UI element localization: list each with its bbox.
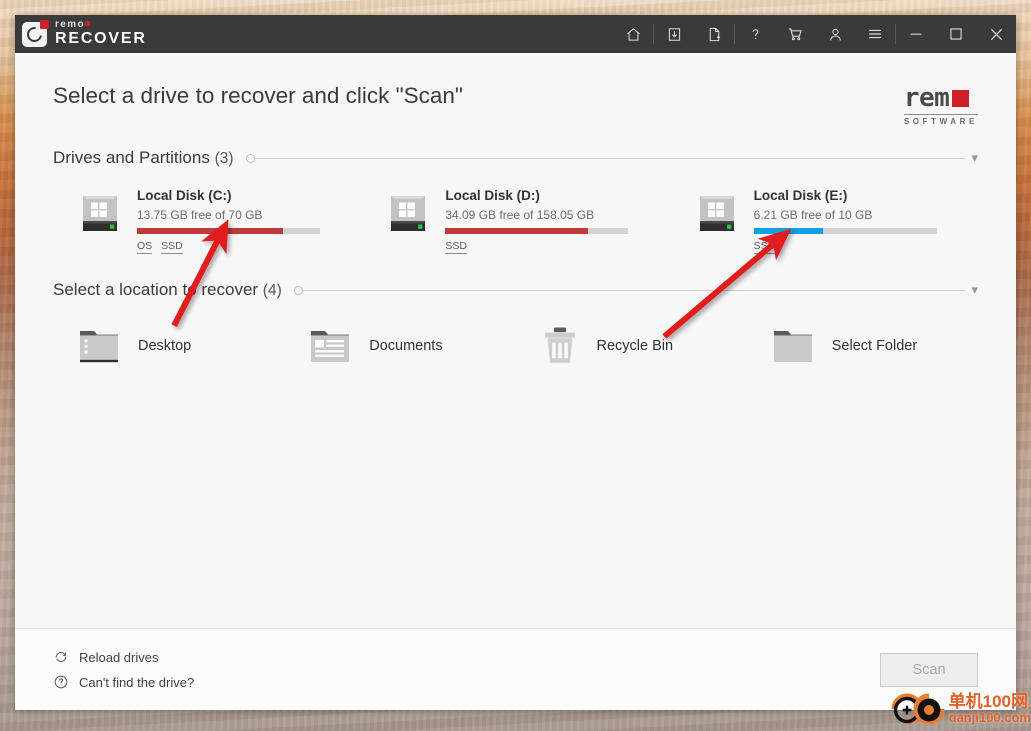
help-icon[interactable] (735, 15, 775, 53)
chevron-down-icon[interactable]: ▾ (971, 283, 978, 298)
drive-tags: OS SSD (137, 240, 320, 255)
footer-links: Reload drives Can't find the drive? (53, 649, 194, 690)
drive-tag[interactable]: OS (137, 240, 153, 255)
main-content: Select a drive to recover and click "Sca… (15, 53, 1016, 628)
drive-tag[interactable]: SSD (161, 240, 183, 255)
drive-tag[interactable]: SSD (445, 240, 467, 255)
hard-drive-icon (83, 196, 117, 231)
footer-bar: Reload drives Can't find the drive? Scan (15, 628, 1016, 710)
hard-drive-icon (699, 196, 734, 231)
app-brand: remo RECOVER (15, 19, 147, 48)
remo-software-logo: rem SOFTWARE (903, 83, 978, 126)
rule-line (302, 289, 966, 291)
hard-drive-icon (385, 190, 431, 254)
drive-item[interactable]: Local Disk (C:) 13.75 GB free of 70 GB O… (53, 182, 361, 258)
rule-line (254, 157, 966, 159)
cart-icon[interactable] (775, 15, 815, 53)
location-label: Select Folder (831, 338, 918, 355)
drive-item[interactable]: Local Disk (E:) 6.21 GB free of 10 GB SS… (670, 182, 978, 258)
hard-drive-icon (694, 190, 740, 254)
drives-section-header: Drives and Partitions (3) ▾ (53, 148, 978, 168)
remo-recover-logo-icon (22, 19, 49, 47)
minimize-icon[interactable] (896, 15, 936, 53)
location-item[interactable]: Desktop (53, 318, 284, 374)
brand-small-text: remo (55, 20, 147, 30)
cant-find-drive-label: Can't find the drive? (79, 674, 195, 690)
drive-name: Local Disk (D:) (445, 188, 540, 203)
location-label: Recycle Bin (596, 338, 674, 355)
page-title: Select a drive to recover and click "Sca… (53, 83, 463, 108)
recycle-bin-icon (544, 327, 575, 363)
section-rule (293, 285, 966, 295)
maximize-icon[interactable] (936, 15, 976, 53)
hard-drive-icon (77, 190, 123, 254)
folder-icon (773, 331, 812, 363)
locations-list: Desktop Documents Recycle Bin Select Fol… (53, 318, 978, 374)
location-item[interactable]: Documents (284, 318, 515, 374)
close-icon[interactable] (976, 15, 1016, 53)
cant-find-drive-button[interactable]: Can't find the drive? (53, 674, 194, 690)
refresh-icon (55, 652, 67, 662)
location-label: Desktop (138, 338, 192, 355)
home-icon[interactable] (613, 15, 653, 53)
rule-knob (245, 153, 255, 163)
drive-name: Local Disk (C:) (137, 188, 232, 203)
logo-subtitle: SOFTWARE (903, 114, 978, 126)
watermark-domain-text: danji100.com (948, 710, 1031, 726)
logo-red-square (952, 89, 970, 107)
save-icon[interactable] (654, 15, 694, 53)
reload-drives-label: Reload drives (79, 649, 159, 665)
question-circle-icon (54, 675, 68, 689)
drive-name: Local Disk (E:) (753, 188, 848, 203)
rule-knob (293, 285, 303, 295)
drive-usage-bar (445, 228, 629, 234)
chevron-down-icon[interactable]: ▾ (971, 151, 978, 166)
drive-tag[interactable]: SSD (753, 240, 776, 255)
new-file-icon[interactable] (694, 15, 734, 53)
desktop-background: remo RECOVER Select a drive to recover a… (0, 0, 1031, 731)
user-icon[interactable] (815, 15, 855, 53)
locations-section-title: Select a location to recover (4) (53, 280, 282, 300)
drive-usage-bar (753, 228, 937, 234)
drive-space: 6.21 GB free of 10 GB (753, 208, 873, 222)
logo-wordmark: rem (903, 83, 950, 113)
drive-space: 13.75 GB free of 70 GB (137, 208, 263, 222)
location-label: Documents (369, 338, 443, 355)
drive-item[interactable]: Local Disk (D:) 34.09 GB free of 158.05 … (361, 182, 669, 258)
watermark-chinese-text: 单机100网 (948, 692, 1028, 712)
remo-recover-window: remo RECOVER Select a drive to recover a… (15, 15, 1016, 710)
locations-count: (4) (262, 282, 282, 300)
folder-desktop-icon (80, 331, 118, 363)
location-item[interactable]: Recycle Bin (516, 318, 747, 374)
drive-tags: SSD (445, 240, 628, 255)
page-header: Select a drive to recover and click "Sca… (53, 53, 978, 126)
folder-documents-icon (311, 331, 350, 363)
menu-icon[interactable] (855, 15, 895, 53)
brand-large-text: RECOVER (55, 30, 147, 47)
title-bar: remo RECOVER (15, 15, 1016, 53)
site-watermark: 单机100网 danji100.com (890, 689, 1031, 729)
title-bar-actions (613, 15, 1016, 53)
drives-list: Local Disk (C:) 13.75 GB free of 70 GB O… (53, 182, 978, 258)
scan-button[interactable]: Scan (880, 652, 978, 687)
hard-drive-icon (391, 196, 426, 231)
drive-tags: SSD (753, 240, 937, 255)
drive-space: 34.09 GB free of 158.05 GB (445, 208, 595, 222)
reload-drives-button[interactable]: Reload drives (53, 649, 194, 665)
drives-section-title: Drives and Partitions (3) (53, 148, 234, 167)
drives-count: (3) (214, 150, 234, 167)
watermark-logo-icon (891, 693, 945, 725)
locations-section-header: Select a location to recover (4) ▾ (53, 280, 978, 300)
drive-usage-bar (137, 228, 320, 234)
section-rule (245, 153, 966, 163)
location-item[interactable]: Select Folder (747, 318, 978, 374)
